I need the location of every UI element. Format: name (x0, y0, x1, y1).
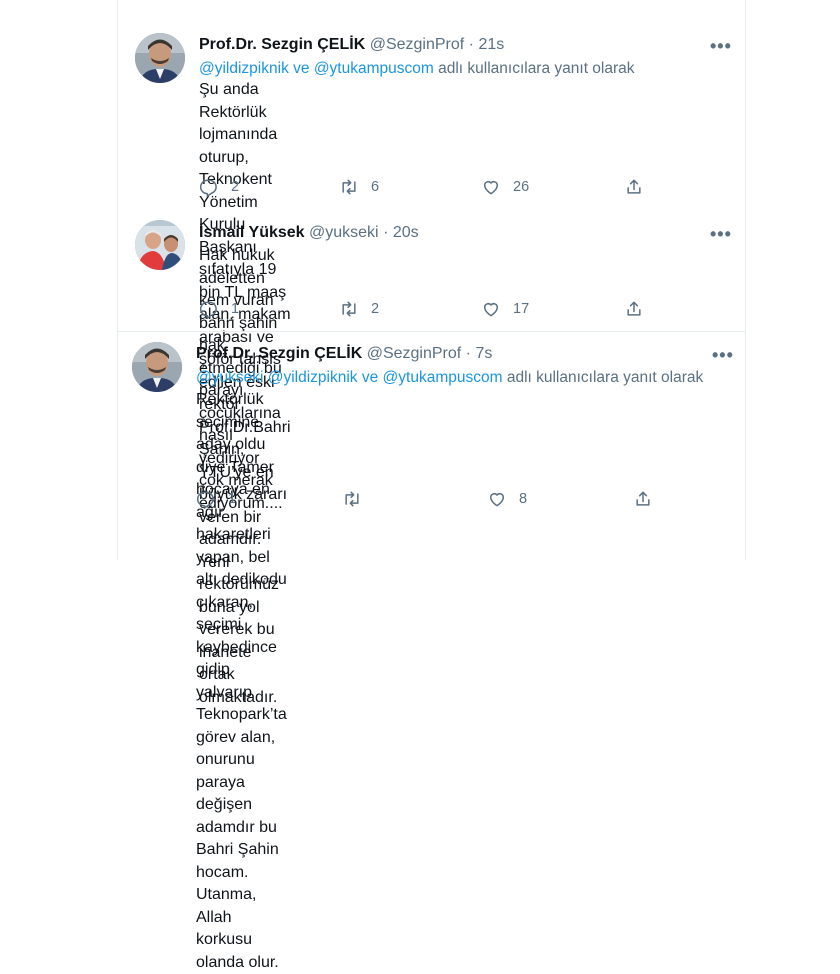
mention-link[interactable]: @yildizpiknik (199, 60, 289, 77)
reply-icon (199, 177, 219, 197)
tweet-text: Rektörlük seçimine aday oldu diye Tamer … (196, 389, 287, 974)
author-name[interactable]: Prof.Dr. Sezgin ÇELİK (196, 345, 362, 362)
action-bar: 2 6 26 (199, 176, 659, 198)
more-icon[interactable]: ••• (710, 228, 732, 240)
more-icon[interactable]: ••• (712, 349, 734, 361)
reply-button[interactable]: 2 (199, 176, 239, 198)
author-name[interactable]: İsmail Yüksek (199, 224, 305, 241)
separator-dot: · (469, 36, 474, 53)
like-count: 17 (513, 301, 529, 317)
retweet-icon (339, 177, 359, 197)
separator-dot: · (383, 224, 388, 241)
timestamp[interactable]: 7s (475, 345, 492, 362)
like-button[interactable]: 8 (487, 488, 527, 510)
tweet-header: İsmail Yüksek @yukseki · 20s (199, 223, 419, 243)
tweet-text-line: yapan, bel altı dedikodu çıkaran, seçimi… (196, 547, 287, 705)
reply-button[interactable]: 1 (196, 488, 236, 510)
mention-link[interactable]: @ytukampuscom (314, 60, 434, 77)
like-count: 8 (519, 491, 527, 507)
share-button[interactable] (624, 176, 656, 198)
mention-link[interactable]: @ytukampuscom (383, 369, 503, 386)
retweet-button[interactable]: 6 (339, 176, 379, 198)
tweet-text-line: Teknopark’ta görev alan, onurunu paraya … (196, 704, 287, 862)
reply-context: @yukseki @yildizpiknik ve @ytukampuscom … (196, 368, 703, 388)
heart-icon (487, 489, 507, 509)
retweet-icon (342, 489, 362, 509)
share-icon (633, 489, 653, 509)
more-icon[interactable]: ••• (710, 40, 732, 52)
avatar[interactable] (132, 342, 182, 392)
share-icon (624, 299, 644, 319)
share-button[interactable] (624, 298, 656, 320)
reply-joiner: ve (289, 60, 314, 77)
action-bar: 1 8 (196, 488, 656, 510)
reply-joiner: ve (358, 369, 383, 386)
reply-suffix: adlı kullanıcılara yanıt olarak (434, 60, 635, 77)
share-button[interactable] (633, 488, 665, 510)
reply-count: 2 (231, 179, 239, 195)
reply-suffix: adlı kullanıcılara yanıt olarak (503, 369, 704, 386)
like-button[interactable]: 17 (481, 298, 529, 320)
reply-icon (196, 489, 216, 509)
timestamp[interactable]: 20s (393, 224, 419, 241)
reply-button[interactable]: 1 (199, 298, 239, 320)
retweet-count: 2 (371, 301, 379, 317)
reply-count: 1 (231, 301, 239, 317)
separator-dot: · (466, 345, 471, 362)
retweet-button[interactable] (342, 488, 374, 510)
like-button[interactable]: 26 (481, 176, 529, 198)
reply-icon (199, 299, 219, 319)
mention-link[interactable]: @yukseki (196, 369, 263, 386)
avatar[interactable] (135, 220, 185, 270)
timestamp[interactable]: 21s (478, 36, 504, 53)
author-handle[interactable]: @SezginProf (370, 36, 465, 53)
tweet-text-line: hocam. Utanma, Allah korkusu olanda olur… (196, 862, 287, 974)
retweet-button[interactable]: 2 (339, 298, 379, 320)
author-handle[interactable]: @yukseki (309, 224, 379, 241)
action-bar: 1 2 17 (199, 298, 659, 320)
reply-context: @yildizpiknik ve @ytukampuscom adlı kull… (199, 59, 635, 79)
like-count: 26 (513, 179, 529, 195)
tweet-header: Prof.Dr. Sezgin ÇELİK @SezginProf · 21s (199, 35, 504, 55)
tweet-header: Prof.Dr. Sezgin ÇELİK @SezginProf · 7s (196, 344, 492, 364)
retweet-icon (339, 299, 359, 319)
tweet-text-line: Rektörlük seçimine aday oldu diye Tamer … (196, 389, 287, 547)
author-handle[interactable]: @SezginProf (367, 345, 462, 362)
author-name[interactable]: Prof.Dr. Sezgin ÇELİK (199, 36, 365, 53)
tweet-divider (117, 331, 746, 332)
mention-link[interactable]: @yildizpiknik (268, 369, 358, 386)
retweet-count: 6 (371, 179, 379, 195)
heart-icon (481, 177, 501, 197)
avatar[interactable] (135, 33, 185, 83)
share-icon (624, 177, 644, 197)
heart-icon (481, 299, 501, 319)
reply-count: 1 (228, 491, 236, 507)
